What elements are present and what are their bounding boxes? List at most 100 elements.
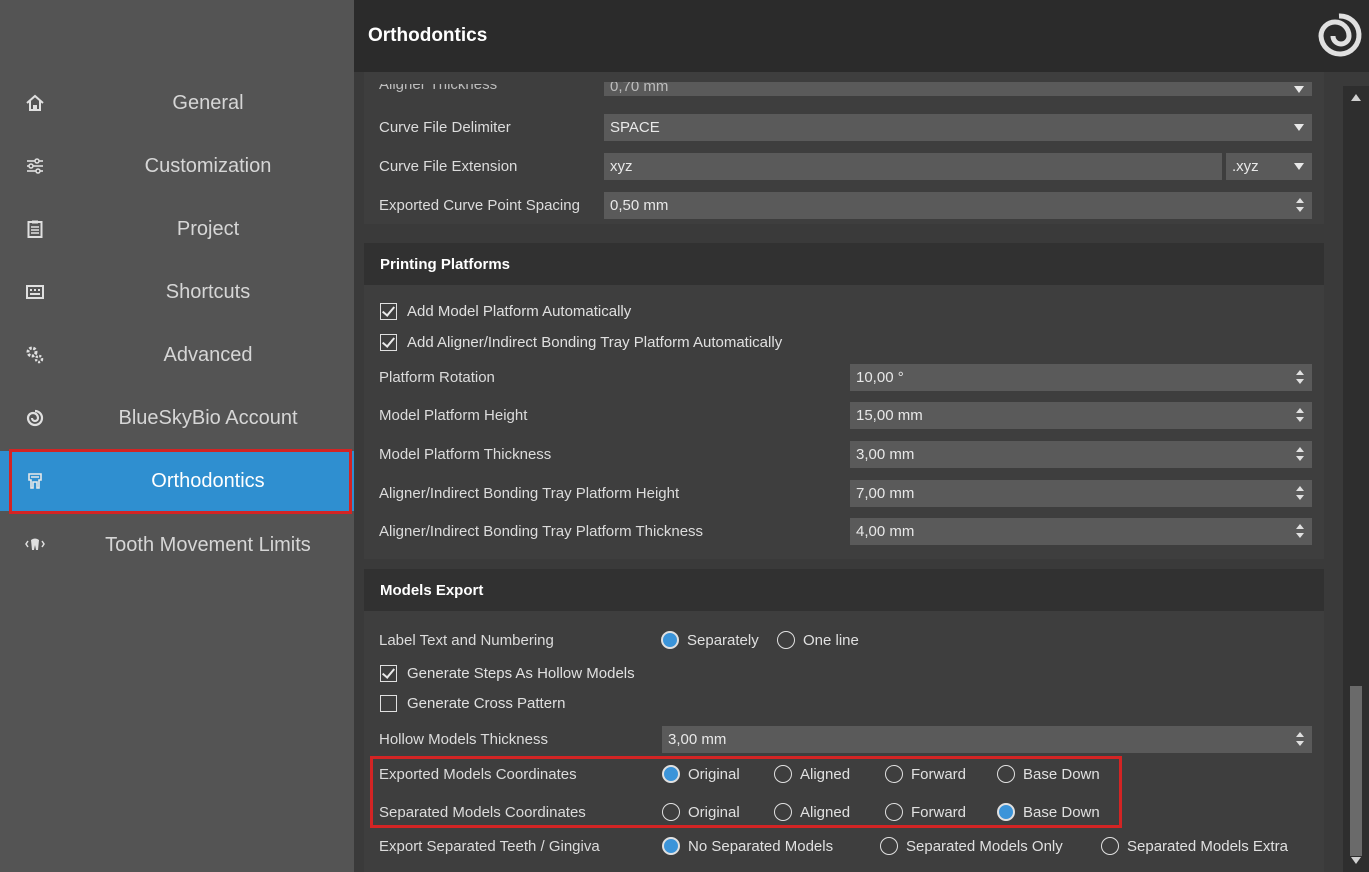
aligner-platform-height-stepper[interactable]: 7,00 mm [850,480,1312,507]
separated-teeth-none-radio[interactable]: No Separated Models [662,837,833,855]
radio-label: Base Down [1023,765,1100,783]
radio-unselected-icon [777,631,795,649]
swirl-logo-icon [1315,10,1363,62]
stepper-arrows-icon[interactable] [1296,197,1304,213]
vertical-scrollbar[interactable] [1343,86,1369,872]
radio-label: Separated Models Only [906,837,1063,855]
curve-file-extension-dropdown[interactable]: .xyz [1226,153,1312,180]
add-aligner-platform-checkbox[interactable]: Add Aligner/Indirect Bonding Tray Platfo… [380,334,782,351]
exported-coords-base-down-radio[interactable]: Base Down [997,765,1100,783]
sidebar-item-advanced[interactable]: Advanced [0,325,354,385]
radio-unselected-icon [997,765,1015,783]
printing-platforms-title: Printing Platforms [364,243,1324,285]
model-platform-thickness-value: 3,00 mm [856,446,915,463]
model-platform-thickness-label: Model Platform Thickness [379,446,552,463]
page-title: Orthodontics [368,25,488,46]
sidebar-item-label: General [172,91,244,114]
scroll-down-icon[interactable] [1351,857,1361,864]
sidebar-item-label: Advanced [163,343,253,366]
model-platform-height-stepper[interactable]: 15,00 mm [850,402,1312,429]
exported-coords-original-radio[interactable]: Original [662,765,740,783]
header-bar: Orthodontics [354,0,1369,72]
checkbox-checked-icon [380,334,397,351]
aligner-platform-thickness-label: Aligner/Indirect Bonding Tray Platform T… [379,523,704,540]
aligner-platform-thickness-value: 4,00 mm [856,523,915,540]
cross-pattern-label: Generate Cross Pattern [407,695,566,712]
sidebar-item-project[interactable]: Project [0,199,354,259]
add-model-platform-checkbox[interactable]: Add Model Platform Automatically [380,303,631,320]
cross-pattern-checkbox[interactable]: Generate Cross Pattern [380,695,565,712]
label-text-one-line-radio[interactable]: One line [777,631,859,649]
separated-teeth-extra-radio[interactable]: Separated Models Extra [1101,837,1288,855]
separated-coords-base-down-radio[interactable]: Base Down [997,803,1100,821]
stepper-arrows-icon[interactable] [1296,446,1304,462]
radio-label: Separated Models Extra [1127,837,1288,855]
printing-platforms-panel: Printing Platforms Add Model Platform Au… [364,243,1324,559]
radio-unselected-icon [774,803,792,821]
add-model-platform-label: Add Model Platform Automatically [407,303,632,320]
radio-label: Separately [687,631,759,649]
aligner-thickness-label: Aligner Thickness [379,76,498,93]
radio-selected-icon [997,803,1015,821]
radio-selected-icon [661,631,679,649]
checkbox-checked-icon [380,303,397,320]
curve-export-panel: Aligner Thickness 0,70 mm Curve File Del… [364,72,1324,224]
radio-label: Forward [911,803,967,821]
radio-label: No Separated Models [688,837,834,855]
platform-rotation-value: 10,00 ° [856,369,904,386]
chevron-down-icon [1294,124,1304,131]
model-platform-thickness-stepper[interactable]: 3,00 mm [850,441,1312,468]
radio-selected-icon [662,765,680,783]
sidebar-item-label: Customization [144,154,272,177]
sidebar-item-blueskybio-account[interactable]: BlueSkyBio Account [0,388,354,448]
aligner-thickness-dropdown[interactable]: 0,70 mm [604,82,1312,96]
exported-coords-aligned-radio[interactable]: Aligned [774,765,850,783]
stepper-arrows-icon[interactable] [1296,485,1304,501]
stepper-arrows-icon[interactable] [1296,369,1304,385]
checkbox-checked-icon [380,665,397,682]
separated-coords-aligned-radio[interactable]: Aligned [774,803,850,821]
radio-label: Forward [911,765,967,783]
hollow-thickness-stepper[interactable]: 3,00 mm [662,726,1312,753]
sidebar-item-shortcuts[interactable]: Shortcuts [0,262,354,322]
curve-file-extension-input[interactable]: xyz [604,153,1222,180]
separated-coords-forward-radio[interactable]: Forward [885,803,966,821]
checkbox-unchecked-icon [380,695,397,712]
label-text-separately-radio[interactable]: Separately [661,631,759,649]
scroll-up-icon[interactable] [1351,94,1361,101]
keyboard-icon [24,281,46,303]
radio-label: Original [688,803,740,821]
platform-rotation-label: Platform Rotation [379,369,495,386]
radio-label: Aligned [800,803,851,821]
radio-label: One line [803,631,859,649]
gears-icon [24,344,46,366]
stepper-arrows-icon[interactable] [1296,407,1304,423]
sidebar-item-tooth-movement-limits[interactable]: Tooth Movement Limits [0,515,354,575]
sidebar-item-orthodontics[interactable]: Orthodontics [0,451,354,511]
sidebar-item-label: Orthodontics [151,469,265,492]
separated-coords-original-radio[interactable]: Original [662,803,740,821]
curve-file-delimiter-dropdown[interactable]: SPACE [604,114,1312,141]
aligner-platform-thickness-stepper[interactable]: 4,00 mm [850,518,1312,545]
exported-coords-forward-radio[interactable]: Forward [885,765,966,783]
aligner-platform-height-value: 7,00 mm [856,485,915,502]
stepper-arrows-icon[interactable] [1296,523,1304,539]
home-icon [24,92,46,114]
platform-rotation-stepper[interactable]: 10,00 ° [850,364,1312,391]
sidebar-item-general[interactable]: General [0,73,354,133]
settings-content: Aligner Thickness 0,70 mm Curve File Del… [354,72,1369,872]
curve-point-spacing-label: Exported Curve Point Spacing [379,197,580,214]
sidebar-item-customization[interactable]: Customization [0,136,354,196]
sidebar-item-label: Project [176,217,240,240]
separated-teeth-only-radio[interactable]: Separated Models Only [880,837,1063,855]
radio-selected-icon [662,837,680,855]
model-platform-height-value: 15,00 mm [856,407,923,424]
hollow-models-checkbox[interactable]: Generate Steps As Hollow Models [380,665,635,682]
stepper-arrows-icon[interactable] [1296,731,1304,747]
hollow-thickness-value: 3,00 mm [668,731,727,748]
sidebar-item-label: Tooth Movement Limits [105,533,311,556]
scrollbar-thumb[interactable] [1350,686,1362,856]
radio-unselected-icon [1101,837,1119,855]
curve-point-spacing-stepper[interactable]: 0,50 mm [604,192,1312,219]
curve-file-delimiter-value: SPACE [610,119,660,136]
